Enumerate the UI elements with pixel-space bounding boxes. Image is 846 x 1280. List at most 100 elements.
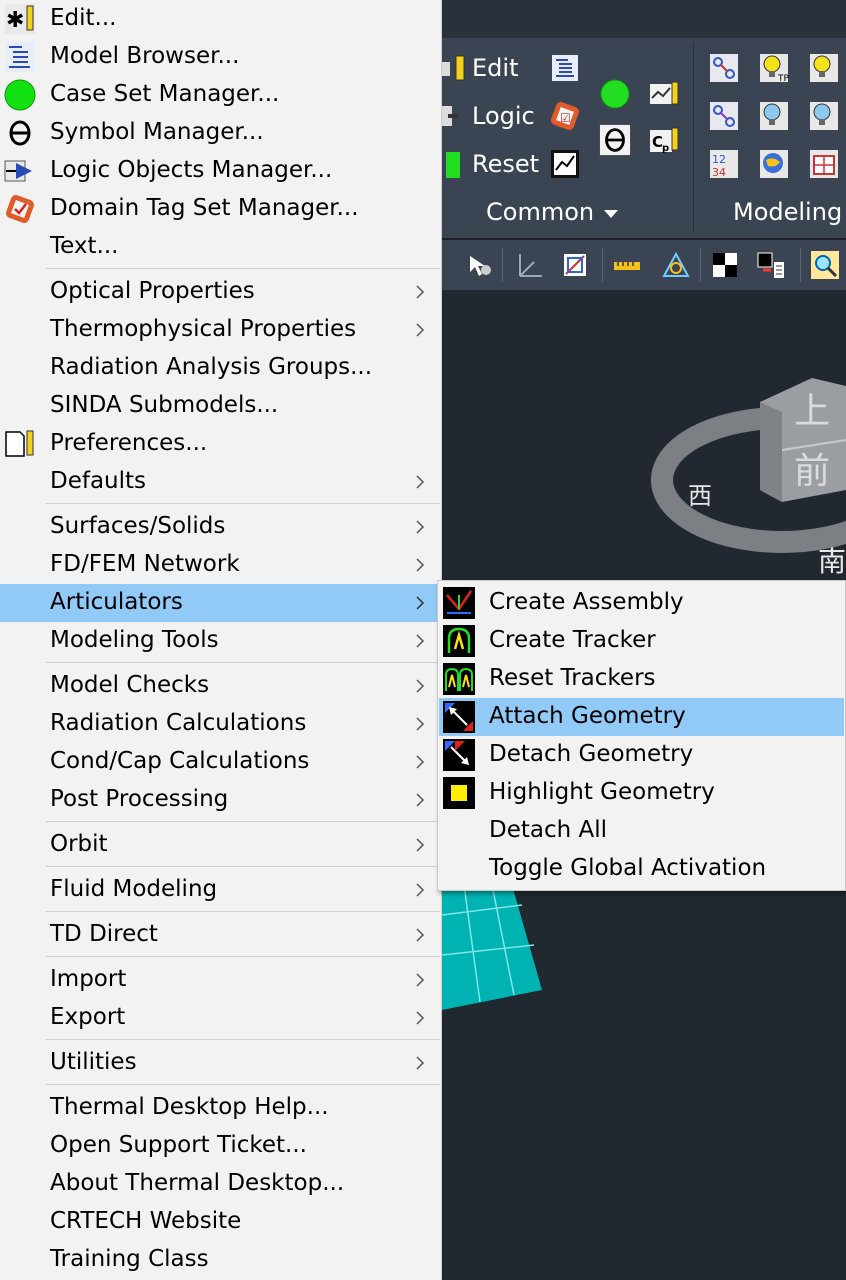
svg-text:p: p — [662, 143, 669, 154]
menu-item-about-thermal-desktop[interactable]: About Thermal Desktop... — [0, 1165, 440, 1203]
menu-item-logic-objects-manager[interactable]: Logic Objects Manager... — [0, 152, 440, 190]
menu-item-label: About Thermal Desktop... — [50, 1170, 345, 1196]
submenu-item-attach-geometry[interactable]: Attach Geometry — [439, 698, 844, 736]
menu-item-label: Import — [50, 966, 127, 992]
model-browser-tool-icon[interactable] — [549, 52, 581, 84]
magnify-icon[interactable] — [808, 248, 842, 282]
ribbon-reset-button[interactable]: Reset — [442, 150, 539, 178]
menu-item-post-processing[interactable]: Post Processing — [0, 781, 440, 819]
menu-item-modeling-tools[interactable]: Modeling Tools — [0, 622, 440, 660]
logic-icon — [442, 106, 458, 126]
submenu-item-create-tracker[interactable]: Create Tracker — [439, 622, 844, 660]
ribbon-edit-button[interactable]: Edit — [442, 54, 518, 82]
menu-item-sinda-submodels[interactable]: SINDA Submodels... — [0, 387, 440, 425]
viewcube-top-label: 上 — [794, 391, 831, 432]
menu-item-label: Articulators — [50, 589, 183, 615]
menu-item-crtech-website[interactable]: CRTECH Website — [0, 1203, 440, 1241]
green-circle-icon — [4, 79, 36, 111]
menu-item-thermophysical-properties[interactable]: Thermophysical Properties — [0, 311, 440, 349]
chart-edit-tool-icon[interactable] — [648, 78, 680, 110]
submenu-item-detach-all[interactable]: Detach All — [439, 812, 844, 850]
view-toolbar — [442, 240, 846, 290]
menu-item-label: Utilities — [50, 1049, 137, 1075]
menu-separator — [46, 956, 440, 957]
menu-item-export[interactable]: Export — [0, 999, 440, 1037]
menu-item-orbit[interactable]: Orbit — [0, 826, 440, 864]
menu-item-thermal-desktop-help[interactable]: Thermal Desktop Help... — [0, 1089, 440, 1127]
menu-item-td-direct[interactable]: TD Direct — [0, 916, 440, 954]
measure-icon[interactable] — [610, 248, 644, 282]
menu-item-fd-fem-network[interactable]: FD/FEM Network — [0, 546, 440, 584]
edit-pencil-icon — [442, 55, 465, 81]
chevron-right-icon — [416, 838, 425, 852]
chevron-right-icon — [416, 475, 425, 489]
domain-tag-tool-icon[interactable]: ☑ — [549, 100, 581, 132]
ribbon-reset-label: Reset — [472, 150, 540, 178]
toolbar-separator — [700, 248, 701, 282]
common-panel-tab[interactable]: Common — [486, 198, 619, 226]
ribbon-separator — [693, 42, 694, 232]
menu-item-training-class[interactable]: Training Class — [0, 1241, 440, 1279]
menu-item-edit[interactable]: ✱ Edit... — [0, 0, 440, 38]
menu-item-radiation-calculations[interactable]: Radiation Calculations — [0, 705, 440, 743]
menu-item-articulators[interactable]: Articulators — [0, 584, 440, 622]
submenu-item-create-assembly[interactable]: Create Assembly — [439, 584, 844, 622]
node-link-tool-icon[interactable] — [708, 52, 740, 84]
axes-icon[interactable] — [512, 248, 546, 282]
ucs-icon[interactable] — [558, 248, 592, 282]
results-plot-tool-icon[interactable] — [549, 148, 581, 180]
chevron-right-icon — [416, 717, 425, 731]
menu-item-symbol-manager[interactable]: Symbol Manager... — [0, 114, 440, 152]
menu-item-radiation-analysis-groups[interactable]: Radiation Analysis Groups... — [0, 349, 440, 387]
pan-zoom-icon[interactable] — [462, 248, 496, 282]
cp-tool-icon[interactable]: Cp — [648, 124, 680, 156]
angle-measure-icon[interactable] — [658, 248, 692, 282]
ribbon-logic-button[interactable]: Logic — [442, 102, 535, 130]
node-link-2-icon[interactable] — [708, 100, 740, 132]
case-set-tool-icon[interactable] — [599, 78, 631, 110]
submenu-item-toggle-global-activation[interactable]: Toggle Global Activation — [439, 850, 844, 888]
menu-item-label: Case Set Manager... — [50, 81, 280, 107]
menu-item-label: Cond/Cap Calculations — [50, 748, 310, 774]
symbol-tool-icon[interactable] — [599, 124, 631, 156]
numbering-tool-icon[interactable]: 12 34 — [708, 148, 740, 180]
menu-item-optical-properties[interactable]: Optical Properties — [0, 273, 440, 311]
viewcube-south-label[interactable]: 南 — [818, 540, 846, 580]
layer-list-icon[interactable] — [754, 248, 788, 282]
lightbulb-2-icon[interactable] — [808, 52, 840, 84]
svg-text:✱: ✱ — [6, 8, 24, 33]
create-tracker-icon — [443, 625, 475, 657]
menu-item-import[interactable]: Import — [0, 961, 440, 999]
menu-item-fluid-modeling[interactable]: Fluid Modeling — [0, 871, 440, 909]
menu-item-preferences[interactable]: Preferences... — [0, 425, 440, 463]
grid-surface-tool-icon[interactable] — [808, 148, 840, 180]
chevron-right-icon — [416, 679, 425, 693]
modeling-panel-tab[interactable]: Modeling — [733, 198, 842, 226]
menu-item-cond-cap-calculations[interactable]: Cond/Cap Calculations — [0, 743, 440, 781]
lightbulb-blue-icon[interactable] — [808, 100, 840, 132]
menu-separator — [46, 821, 440, 822]
lightbulb-tp-blue-icon[interactable] — [758, 100, 790, 132]
menu-item-model-browser[interactable]: Model Browser... — [0, 38, 440, 76]
menu-item-case-set-manager[interactable]: Case Set Manager... — [0, 76, 440, 114]
submenu-item-detach-geometry[interactable]: Detach Geometry — [439, 736, 844, 774]
menu-item-open-support-ticket[interactable]: Open Support Ticket... — [0, 1127, 440, 1165]
contrast-icon[interactable] — [708, 248, 742, 282]
menu-item-utilities[interactable]: Utilities — [0, 1044, 440, 1082]
menu-item-defaults[interactable]: Defaults — [0, 463, 440, 501]
create-assembly-icon — [443, 587, 475, 619]
logic-objects-icon — [4, 155, 36, 187]
menu-item-text[interactable]: Text... — [0, 228, 440, 266]
lightbulb-tp-icon[interactable]: TP — [758, 52, 790, 84]
menu-item-label: Preferences... — [50, 430, 208, 456]
menu-item-surfaces-solids[interactable]: Surfaces/Solids — [0, 508, 440, 546]
submenu-item-highlight-geometry[interactable]: Highlight Geometry — [439, 774, 844, 812]
menu-item-domain-tag-set-manager[interactable]: Domain Tag Set Manager... — [0, 190, 440, 228]
menu-separator — [46, 662, 440, 663]
globe-tool-icon[interactable] — [758, 148, 790, 180]
chevron-right-icon — [416, 793, 425, 807]
submenu-item-reset-trackers[interactable]: Reset Trackers — [439, 660, 844, 698]
menu-item-model-checks[interactable]: Model Checks — [0, 667, 440, 705]
attach-geometry-icon — [443, 701, 475, 733]
viewcube-west-label[interactable]: 西 — [688, 476, 712, 511]
